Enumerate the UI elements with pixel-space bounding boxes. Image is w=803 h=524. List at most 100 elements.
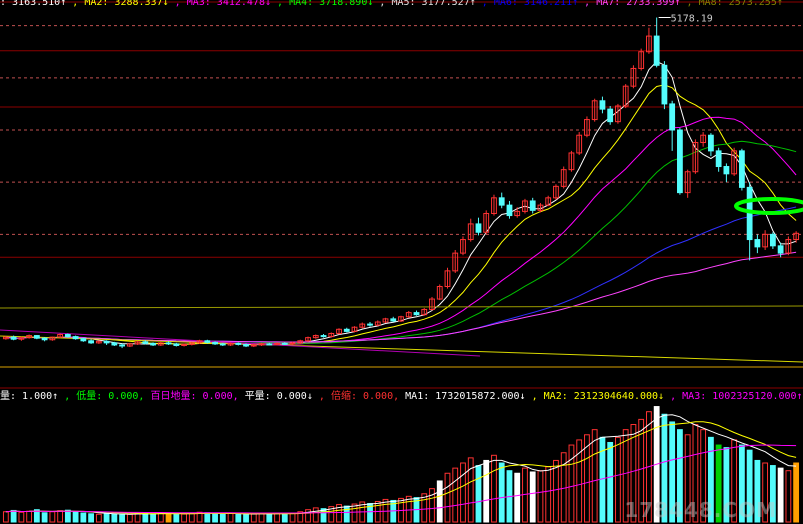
candle-body xyxy=(669,103,676,131)
candle-body xyxy=(754,239,761,248)
volume-bar xyxy=(204,512,211,523)
volume-bar xyxy=(258,513,265,523)
price-legend-6: , MA7: 2733.399↑ xyxy=(584,0,681,8)
volume-bar xyxy=(266,513,273,523)
candle-body xyxy=(677,129,683,194)
volume-bar xyxy=(777,467,784,523)
candle-body xyxy=(243,343,249,347)
ma-line-long-olive xyxy=(0,305,803,309)
volume-legend-5: MA1: 1732015872.000↓ xyxy=(405,391,526,402)
volume-bar xyxy=(2,511,9,523)
candle-body xyxy=(111,342,118,346)
volume-bar xyxy=(64,509,71,523)
volume-bar xyxy=(72,511,79,523)
candle-body xyxy=(281,342,288,345)
candle-body xyxy=(219,343,226,346)
volume-bar xyxy=(134,513,141,523)
candle-body xyxy=(165,342,172,345)
volume-bar xyxy=(351,503,358,523)
volume-legend-4: , 倍缩: 0.000, xyxy=(318,391,400,402)
price-legend: : 3163.510↑ , MA2: 3288.337↓ , MA3: 3412… xyxy=(0,0,783,9)
volume-bar xyxy=(444,472,451,523)
volume-legend-6: , MA2: 2312304640.000↓ xyxy=(531,391,665,402)
volume-bar xyxy=(49,511,56,523)
candle-body xyxy=(150,342,156,346)
volume-bar xyxy=(491,454,497,523)
candle-body xyxy=(498,197,505,206)
volume-bar xyxy=(785,470,792,523)
volume-bar xyxy=(111,513,118,523)
price-legend-0: : 3163.510↑ xyxy=(0,0,67,8)
volume-bar xyxy=(591,429,598,523)
candle-body xyxy=(266,343,273,346)
volume-bar xyxy=(95,513,102,523)
candlestick-chart: 5178.19 xyxy=(0,1,803,523)
volume-bar xyxy=(568,444,575,523)
volume-bar xyxy=(173,513,180,523)
candle-body xyxy=(142,341,149,344)
volume-bar xyxy=(219,513,226,523)
candle-body xyxy=(413,312,420,316)
volume-bar xyxy=(281,513,288,523)
volume-bar xyxy=(126,513,133,523)
volume-bar xyxy=(10,509,17,523)
candle-body xyxy=(715,150,722,168)
volume-bar xyxy=(41,512,48,523)
volume-bar xyxy=(235,513,242,523)
candle-body xyxy=(661,64,668,105)
ma-line-5 xyxy=(5,251,797,343)
candle-body xyxy=(64,334,71,338)
candle-body xyxy=(80,338,87,342)
volume-bar xyxy=(436,480,443,523)
candle-body xyxy=(343,328,350,332)
candle-body xyxy=(607,108,614,123)
candle-body xyxy=(475,223,482,233)
volume-bar xyxy=(483,459,490,523)
volume-bar xyxy=(514,472,521,523)
volume-bar xyxy=(405,495,412,523)
chart-root: 5178.19 : 3163.510↑ , MA2: 3288.337↓ , M… xyxy=(0,0,803,524)
price-legend-2: , MA3: 3412.478↓ xyxy=(174,0,271,8)
volume-bar xyxy=(88,513,94,523)
price-legend-4: , MA5: 3177.527↑ xyxy=(379,0,476,8)
volume-bar xyxy=(460,462,466,523)
candle-body xyxy=(41,337,48,341)
volume-bar xyxy=(312,507,319,523)
watermark: 178448.COM xyxy=(624,498,777,522)
candle-body xyxy=(367,323,373,326)
volume-bar xyxy=(607,441,614,523)
volume-bar xyxy=(429,488,435,523)
volume-legend-7: , MA3: 1002325120.000↑ xyxy=(670,391,803,402)
price-legend-5: , MA6: 3146.211↑ xyxy=(481,0,579,8)
volume-bar xyxy=(212,513,218,523)
candle-body xyxy=(769,233,776,247)
volume-bar xyxy=(615,436,621,523)
volume-bar xyxy=(227,512,234,523)
candle-body xyxy=(72,336,79,340)
candle-body xyxy=(506,204,513,217)
volume-bar xyxy=(250,513,257,523)
volume-bar xyxy=(475,465,482,523)
candle-body xyxy=(103,340,110,344)
volume-bar xyxy=(57,510,64,523)
volume-bar xyxy=(545,466,552,523)
candle-body xyxy=(173,343,180,346)
volume-bar xyxy=(80,512,87,523)
volume-bar xyxy=(150,513,156,523)
volume-bar xyxy=(274,512,280,523)
peak-label: 5178.19 xyxy=(671,13,713,24)
candle-body xyxy=(708,134,714,152)
price-legend-1: , MA2: 3288.337↓ xyxy=(72,0,169,8)
candle-body xyxy=(320,335,327,338)
candle-body xyxy=(212,341,218,345)
volume-bar xyxy=(305,509,311,523)
highlight-ellipse xyxy=(734,197,803,215)
volume-legend-2: 百日地量: 0.000, xyxy=(150,391,239,402)
volume-bar xyxy=(18,511,25,523)
volume-bar xyxy=(452,467,459,523)
price-legend-7: , MA8: 2573.255↑ xyxy=(686,0,783,8)
volume-bar xyxy=(793,462,800,523)
volume-legend-3: 平量: 0.000↓ xyxy=(244,391,313,402)
candle-body xyxy=(235,342,242,345)
candle-body xyxy=(653,35,660,66)
